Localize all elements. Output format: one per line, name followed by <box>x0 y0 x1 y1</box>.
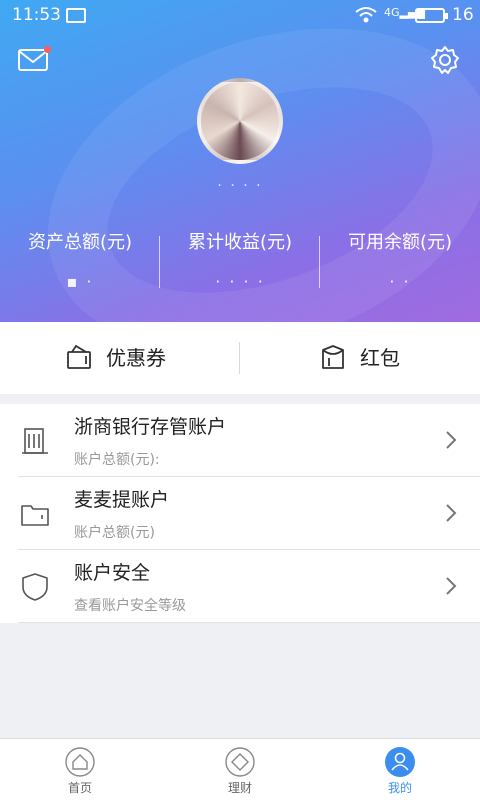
wifi-icon <box>355 7 377 23</box>
unread-badge <box>44 46 51 53</box>
folder-icon <box>21 505 49 526</box>
network-type: 4G <box>384 6 400 19</box>
profile-header: 11:53 4G▂▄▆ 16 · · · · 资产总额(元) ▪ · 累计收益(… <box>0 0 480 322</box>
shield-icon <box>22 573 48 601</box>
status-bar: 11:53 4G▂▄▆ 16 <box>0 0 480 32</box>
tab-label: 首页 <box>67 781 92 795</box>
stat-available-balance[interactable]: 可用余额(元) · · <box>320 228 480 291</box>
stat-label: 可用余额(元) <box>347 232 453 253</box>
list-item-title: 账户安全 <box>74 562 151 584</box>
gear-icon[interactable] <box>430 45 460 75</box>
coupon-row: 优惠券 红包 <box>0 322 480 394</box>
stat-total-earnings[interactable]: 累计收益(元) · · · · <box>160 228 320 291</box>
list-item-maimaiti-account[interactable]: 麦麦提账户 账户总额(元) <box>18 477 480 550</box>
list-item-subtitle: 查看账户安全等级 <box>74 598 186 614</box>
list-item-subtitle: 账户总额(元): <box>74 452 160 468</box>
home-icon <box>65 747 95 777</box>
chevron-right-icon <box>446 431 457 449</box>
stat-total-assets[interactable]: 资产总额(元) ▪ · <box>0 228 160 291</box>
red-packet-label: 红包 <box>360 346 400 370</box>
red-packet-button[interactable]: 红包 <box>240 322 480 394</box>
user-icon <box>385 747 415 777</box>
tab-home[interactable]: 首页 <box>0 739 160 800</box>
chevron-right-icon <box>446 504 457 522</box>
user-nickname: · · · · <box>217 178 263 194</box>
image-notification-icon <box>66 8 86 23</box>
red-packet-icon <box>322 345 344 369</box>
list-item-czbank-account[interactable]: 浙商银行存管账户 账户总额(元): <box>18 404 480 477</box>
stat-value: · · <box>389 272 411 291</box>
bank-icon <box>22 428 48 454</box>
list-item-account-security[interactable]: 账户安全 查看账户安全等级 <box>18 550 480 623</box>
status-time: 11:53 <box>12 5 61 25</box>
mail-icon[interactable] <box>18 48 48 72</box>
tab-mine[interactable]: 我的 <box>320 739 480 800</box>
account-list: 浙商银行存管账户 账户总额(元): 麦麦提账户 账户总额(元) 账户安全 查看账… <box>0 404 480 623</box>
list-item-title: 麦麦提账户 <box>74 489 170 511</box>
avatar[interactable] <box>197 78 283 164</box>
coupon-icon <box>67 344 91 369</box>
diamond-icon <box>225 747 255 777</box>
tab-finance[interactable]: 理财 <box>160 739 320 800</box>
stat-label: 累计收益(元) <box>187 232 293 253</box>
battery-level: 16 <box>452 5 474 25</box>
asset-stats: 资产总额(元) ▪ · 累计收益(元) · · · · 可用余额(元) · · <box>0 228 480 298</box>
tab-label: 理财 <box>227 781 252 795</box>
coupon-label: 优惠券 <box>106 346 166 370</box>
battery-icon <box>415 8 448 23</box>
bottom-tab-bar: 首页 理财 我的 <box>0 738 480 800</box>
tab-label: 我的 <box>387 781 412 795</box>
list-item-title: 浙商银行存管账户 <box>74 416 227 438</box>
stat-label: 资产总额(元) <box>27 232 133 253</box>
stat-value: · · · · <box>215 272 265 291</box>
stat-value: ▪ · <box>66 272 94 291</box>
chevron-right-icon <box>446 577 457 595</box>
coupon-button[interactable]: 优惠券 <box>0 322 240 394</box>
list-item-subtitle: 账户总额(元) <box>74 525 155 541</box>
